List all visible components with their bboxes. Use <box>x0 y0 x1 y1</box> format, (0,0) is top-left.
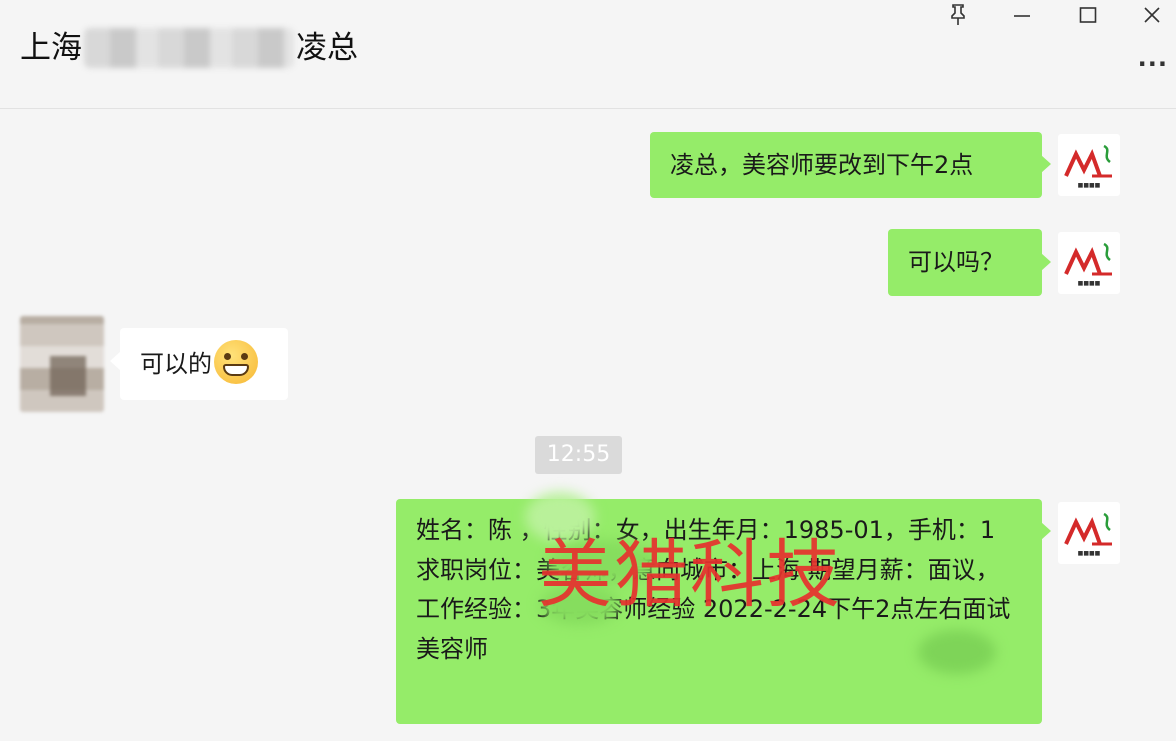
message-bubble-incoming[interactable]: 可以的 <box>120 328 288 400</box>
brand-caption: ■■■■ <box>1077 549 1101 557</box>
message-text: 可以吗？ <box>908 248 1004 276</box>
chat-header: 上海 凌总 ··· <box>0 0 1176 109</box>
minimize-icon[interactable] <box>1004 0 1040 30</box>
chat-title-suffix: 凌总 <box>296 30 358 66</box>
chat-title: 上海 凌总 <box>20 28 358 68</box>
ml-logo-icon <box>1064 512 1112 545</box>
redaction-smudge <box>918 630 996 674</box>
message-text: 凌总，美容师要改到下午2点 <box>670 151 974 179</box>
bubble-tail <box>110 352 120 370</box>
brand-caption: ■■■■ <box>1077 181 1101 189</box>
grinning-emoji-icon <box>214 340 258 384</box>
message-text: 可以的 <box>140 350 212 378</box>
bubble-tail <box>1041 522 1051 540</box>
close-icon[interactable] <box>1134 0 1170 30</box>
brand-caption: ■■■■ <box>1077 279 1101 287</box>
timestamp: 12:55 <box>535 436 622 474</box>
bubble-tail <box>1041 155 1051 173</box>
brand-avatar[interactable]: ■■■■ <box>1058 134 1120 196</box>
watermark: 美猎科技 <box>538 532 842 618</box>
ml-logo-icon <box>1064 144 1112 177</box>
chat-title-prefix: 上海 <box>20 30 82 66</box>
contact-avatar[interactable] <box>20 316 104 412</box>
ml-logo-icon <box>1064 242 1112 275</box>
brand-avatar[interactable]: ■■■■ <box>1058 232 1120 294</box>
message-bubble-outgoing[interactable]: 凌总，美容师要改到下午2点 <box>650 132 1042 198</box>
brand-avatar[interactable]: ■■■■ <box>1058 502 1120 564</box>
more-options-button[interactable]: ··· <box>1138 50 1168 78</box>
bubble-tail <box>1041 253 1051 271</box>
message-bubble-outgoing[interactable]: 可以吗？ <box>888 229 1042 296</box>
redacted-name <box>84 28 294 68</box>
maximize-icon[interactable] <box>1070 0 1106 30</box>
pin-icon[interactable] <box>940 0 976 30</box>
